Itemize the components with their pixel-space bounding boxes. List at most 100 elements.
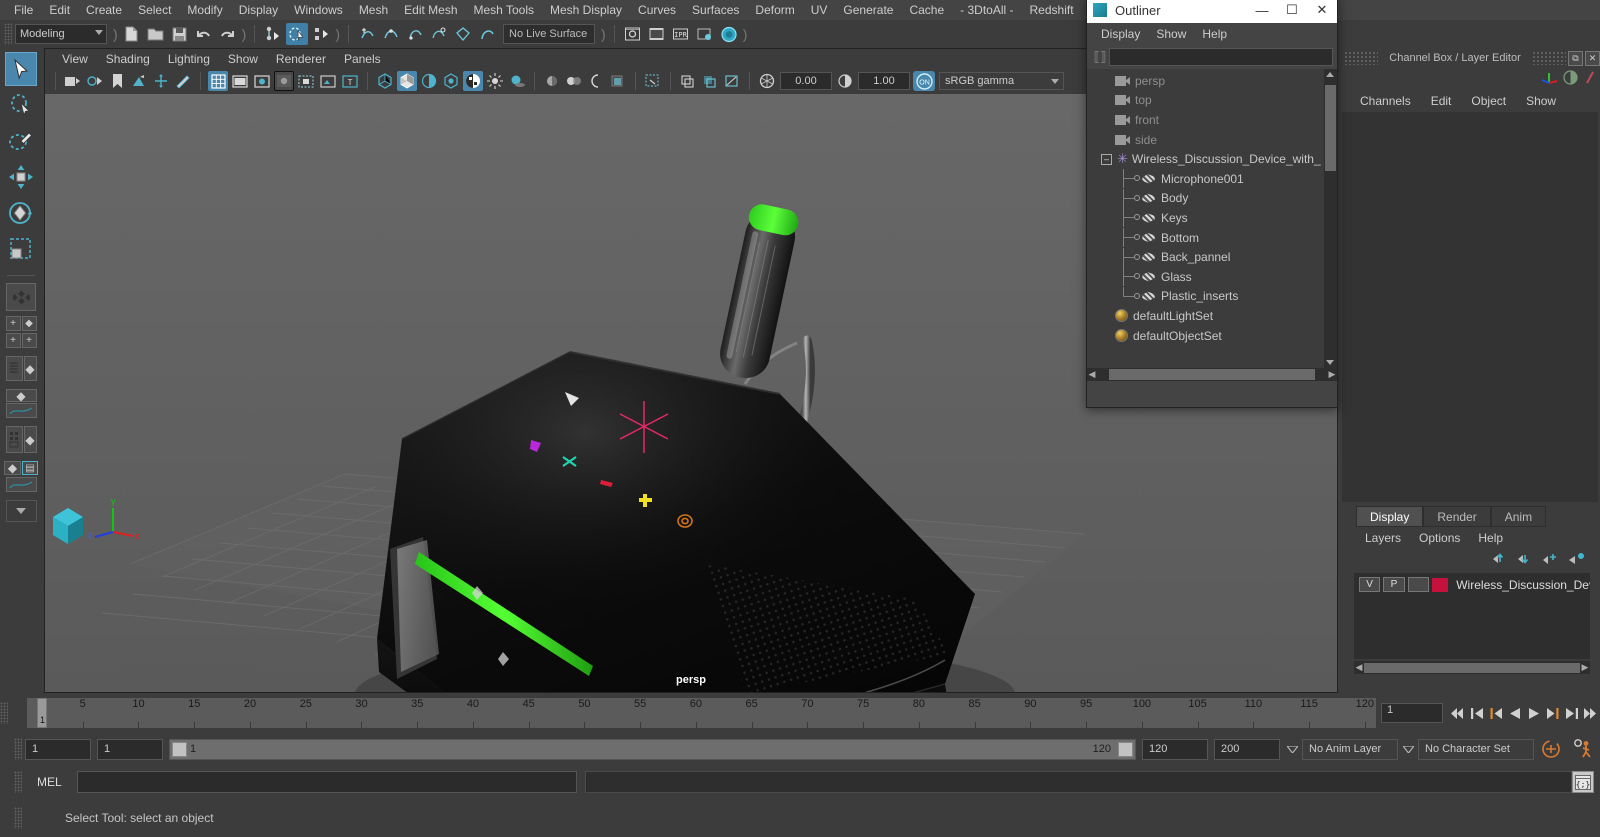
layers-menu-options[interactable]: Options xyxy=(1410,530,1469,546)
isolate-select-icon[interactable] xyxy=(643,71,663,91)
three-panes-layout[interactable]: + xyxy=(21,333,37,348)
open-scene-icon[interactable] xyxy=(145,23,167,45)
menu-item-edit-mesh[interactable]: Edit Mesh xyxy=(396,1,465,19)
command-output-field[interactable] xyxy=(585,771,1572,793)
undock-icon[interactable]: ⧉ xyxy=(1568,50,1583,66)
outliner-search-input[interactable] xyxy=(1109,48,1333,66)
channelbox-menu-edit[interactable]: Edit xyxy=(1421,93,1462,109)
gamma-field[interactable]: 1.00 xyxy=(858,72,910,90)
menu-item-3dtoall[interactable]: - 3DtoAll - xyxy=(952,1,1021,19)
viewport-menu-show[interactable]: Show xyxy=(219,51,267,67)
outliner-tree-body[interactable]: persp top front side – ✳ Wireless_Discussion_D… xyxy=(1087,69,1337,381)
save-scene-icon[interactable] xyxy=(169,23,191,45)
outliner-item-microphone001[interactable]: Microphone001 xyxy=(1087,169,1323,189)
grease-pencil-icon[interactable] xyxy=(173,71,193,91)
persp-render-layout[interactable]: ◆ xyxy=(23,426,37,453)
panel-grip[interactable] xyxy=(1532,51,1566,65)
resolution-gate-icon[interactable] xyxy=(252,71,272,91)
snap-to-projected-center-icon[interactable] xyxy=(428,23,450,45)
outliner-persp-layout[interactable] xyxy=(5,356,23,381)
outliner-item-back-pannel[interactable]: Back_pannel xyxy=(1087,247,1323,267)
scale-tool[interactable] xyxy=(5,232,37,266)
snap-to-point-icon[interactable] xyxy=(404,23,426,45)
anim-layer-chevron[interactable] xyxy=(1398,739,1418,760)
panel-grip[interactable] xyxy=(1344,51,1378,65)
play-backwards-icon[interactable] xyxy=(1505,702,1524,724)
depth-of-field-icon[interactable] xyxy=(608,71,628,91)
menu-set-selector[interactable]: ModelingRiggingAnimationFXRenderingCusto… xyxy=(15,24,107,44)
layer-row[interactable]: V P Wireless_Discussion_Dev xyxy=(1354,576,1590,593)
two-panes-stacked-layout[interactable]: + xyxy=(5,333,21,348)
menu-item-mesh-display[interactable]: Mesh Display xyxy=(542,1,630,19)
exposure-icon[interactable] xyxy=(757,71,777,91)
command-input-field[interactable] xyxy=(77,771,577,793)
play-forwards-icon[interactable] xyxy=(1524,702,1543,724)
layer-tab-anim[interactable]: Anim xyxy=(1490,506,1547,527)
twoD-pan-zoom-icon[interactable] xyxy=(151,71,171,91)
layers-menu-help[interactable]: Help xyxy=(1469,530,1512,546)
outliner-menu-display[interactable]: Display xyxy=(1093,26,1148,42)
single-perspective-layout[interactable] xyxy=(6,283,36,311)
step-forward-frame-icon[interactable] xyxy=(1562,702,1581,724)
range-slider-track[interactable]: 1 120 xyxy=(169,738,1136,760)
script-editor-icon[interactable]: {;} xyxy=(1572,771,1594,793)
lighting-toggle-icon[interactable] xyxy=(485,71,505,91)
outliner-vscrollbar[interactable] xyxy=(1324,69,1337,381)
paint-select-tool[interactable] xyxy=(5,124,37,158)
half-circle-icon[interactable] xyxy=(1563,70,1578,88)
menu-item-surfaces[interactable]: Surfaces xyxy=(684,1,747,19)
snap-to-view-plane-icon[interactable] xyxy=(452,23,474,45)
persp-curve-layout[interactable]: ▤ xyxy=(22,461,38,475)
layer-color-swatch[interactable] xyxy=(1431,577,1449,592)
channelbox-menu-object[interactable]: Object xyxy=(1461,93,1516,109)
timeline-grip[interactable] xyxy=(0,702,8,724)
menu-item-modify[interactable]: Modify xyxy=(179,1,230,19)
multisample-icon[interactable] xyxy=(586,71,606,91)
outliner-item-bottom[interactable]: Bottom xyxy=(1087,228,1323,248)
layer-shading-toggle[interactable] xyxy=(1407,577,1429,592)
new-layer-from-selected-icon[interactable] xyxy=(1568,552,1586,569)
toolbox-expand-button[interactable] xyxy=(5,500,37,522)
go-to-start-icon[interactable] xyxy=(1448,702,1467,724)
persp-only-layout[interactable]: ◆ xyxy=(23,356,37,381)
range-end-field[interactable]: 120 xyxy=(1142,738,1208,760)
go-to-end-icon[interactable] xyxy=(1581,702,1600,724)
outliner-item-defaultobjectset[interactable]: defaultObjectSet xyxy=(1087,326,1323,346)
select-tool[interactable] xyxy=(5,52,37,86)
film-gate-icon[interactable] xyxy=(230,71,250,91)
animation-preferences-icon[interactable] xyxy=(1568,739,1600,759)
viewport-menu-renderer[interactable]: Renderer xyxy=(267,51,335,67)
toolbar-grip[interactable] xyxy=(4,23,12,45)
menu-item-curves[interactable]: Curves xyxy=(630,1,684,19)
range-end-handle[interactable] xyxy=(1118,741,1133,757)
maya-view-cube-icon[interactable] xyxy=(51,506,85,546)
select-by-component-icon[interactable] xyxy=(310,23,332,45)
smooth-shade-icon[interactable] xyxy=(397,71,417,91)
animation-end-field[interactable]: 200 xyxy=(1214,738,1280,760)
hypershade-persp-layout[interactable] xyxy=(5,426,23,453)
outliner-item-front[interactable]: front xyxy=(1087,110,1323,130)
menu-item-windows[interactable]: Windows xyxy=(286,1,351,19)
outliner-item-wireless-discussion-device-with[interactable]: – ✳ Wireless_Discussion_Device_with_ xyxy=(1087,149,1323,169)
undo-icon[interactable] xyxy=(193,23,215,45)
menu-item-uv[interactable]: UV xyxy=(803,1,836,19)
move-tool[interactable] xyxy=(5,160,37,194)
outliner-item-plastic-inserts[interactable]: Plastic_inserts xyxy=(1087,286,1323,307)
xray-joints-icon[interactable] xyxy=(700,71,720,91)
playback-options-chevron[interactable] xyxy=(1282,739,1302,760)
menu-item-deform[interactable]: Deform xyxy=(747,1,802,19)
anim-layer-select[interactable]: No Anim Layer xyxy=(1302,738,1398,760)
outliner-menu-show[interactable]: Show xyxy=(1148,26,1194,42)
outliner-item-side[interactable]: side xyxy=(1087,130,1323,150)
current-time-indicator[interactable]: 1 xyxy=(37,698,47,728)
rotate-tool[interactable] xyxy=(5,196,37,230)
render-sequence-icon[interactable] xyxy=(646,23,668,45)
outliner-item-defaultlightset[interactable]: defaultLightSet xyxy=(1087,306,1323,326)
snap-to-curve-icon[interactable] xyxy=(380,23,402,45)
menu-set-select[interactable]: ModelingRiggingAnimationFXRenderingCusto… xyxy=(15,24,107,44)
viewport-menu-lighting[interactable]: Lighting xyxy=(159,51,219,67)
layer-visibility-toggle[interactable]: V xyxy=(1359,577,1381,592)
close-icon[interactable]: ✕ xyxy=(1307,0,1337,23)
wireframe-icon[interactable] xyxy=(375,71,395,91)
image-plane-icon[interactable] xyxy=(129,71,149,91)
